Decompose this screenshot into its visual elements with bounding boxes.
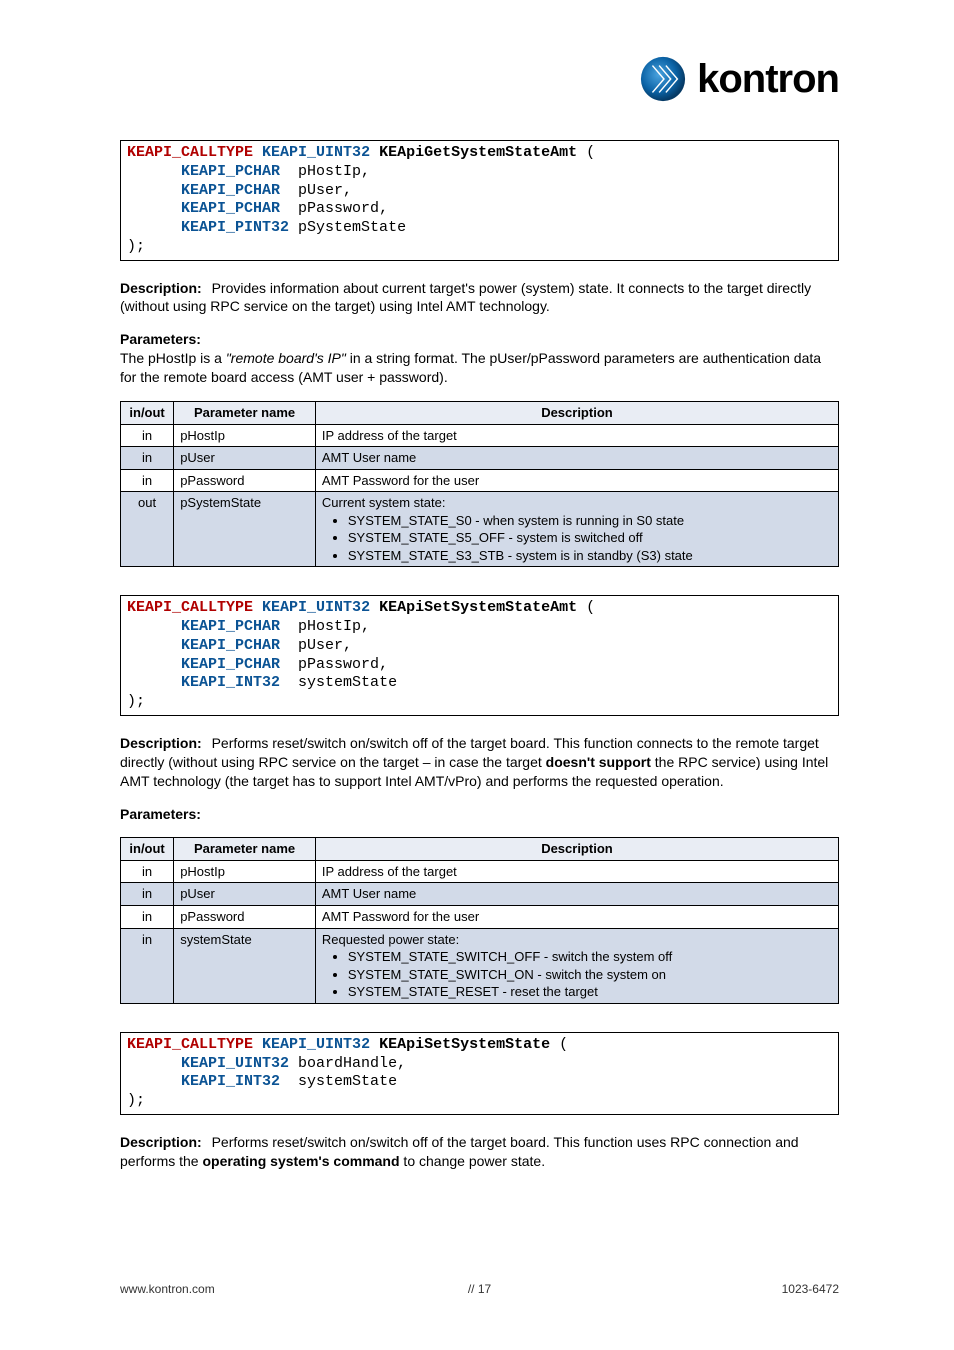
footer-right: 1023-6472 xyxy=(782,1282,839,1296)
cell-param-name: pHostIp xyxy=(174,424,316,447)
cell-param-name: pUser xyxy=(174,883,316,906)
cell-io: in xyxy=(121,424,174,447)
table-row: inpUserAMT User name xyxy=(121,447,839,470)
content: KEAPI_CALLTYPE KEAPI_UINT32 KEApiGetSyst… xyxy=(120,55,839,1171)
code-block-get-system-state-amt: KEAPI_CALLTYPE KEAPI_UINT32 KEApiGetSyst… xyxy=(120,140,839,261)
list-item: SYSTEM_STATE_S0 - when system is running… xyxy=(348,512,832,530)
desc-list: SYSTEM_STATE_S0 - when system is running… xyxy=(322,512,832,565)
table-row: inpHostIpIP address of the target xyxy=(121,860,839,883)
code-block-set-system-state: KEAPI_CALLTYPE KEAPI_UINT32 KEApiSetSyst… xyxy=(120,1032,839,1115)
cell-desc: Requested power state:SYSTEM_STATE_SWITC… xyxy=(315,928,838,1003)
desc-label: Description: xyxy=(120,735,202,751)
desc-text: Provides information about current targe… xyxy=(120,280,811,315)
cell-io: in xyxy=(121,883,174,906)
table-row: inpHostIpIP address of the target xyxy=(121,424,839,447)
cell-io: out xyxy=(121,492,174,567)
desc-bold: doesn't support xyxy=(546,754,651,770)
table-header: Parameter name xyxy=(174,838,316,861)
param-table-2: in/outParameter nameDescriptioninpHostIp… xyxy=(120,837,839,1003)
brand-logo: kontron xyxy=(639,55,839,103)
desc-bold: operating system's command xyxy=(202,1153,399,1169)
page: kontron KEAPI_CALLTYPE KEAPI_UINT32 KEAp… xyxy=(0,0,954,1350)
cell-param-name: systemState xyxy=(174,928,316,1003)
description-block-2: Description: Performs reset/switch on/sw… xyxy=(120,734,839,791)
code-block-set-system-state-amt: KEAPI_CALLTYPE KEAPI_UINT32 KEApiSetSyst… xyxy=(120,595,839,716)
cell-io: in xyxy=(121,928,174,1003)
cell-io: in xyxy=(121,906,174,929)
list-item: SYSTEM_STATE_SWITCH_ON - switch the syst… xyxy=(348,966,832,984)
cell-io: in xyxy=(121,447,174,470)
cell-desc: IP address of the target xyxy=(315,860,838,883)
table-header: in/out xyxy=(121,838,174,861)
list-item: SYSTEM_STATE_S5_OFF - system is switched… xyxy=(348,529,832,547)
table-header: Description xyxy=(315,838,838,861)
cell-param-name: pPassword xyxy=(174,469,316,492)
table-row: outpSystemStateCurrent system state:SYST… xyxy=(121,492,839,567)
desc-label: Description: xyxy=(120,1134,202,1150)
description-block-1: Description: Provides information about … xyxy=(120,279,839,317)
table-row: inpPasswordAMT Password for the user xyxy=(121,906,839,929)
param-label: Parameters: xyxy=(120,331,201,347)
table-row: insystemStateRequested power state:SYSTE… xyxy=(121,928,839,1003)
cell-param-name: pPassword xyxy=(174,906,316,929)
desc-label: Description: xyxy=(120,280,202,296)
description-block-3: Description: Performs reset/switch on/sw… xyxy=(120,1133,839,1171)
cell-desc: AMT User name xyxy=(315,447,838,470)
table-row: inpPasswordAMT Password for the user xyxy=(121,469,839,492)
cell-param-name: pHostIp xyxy=(174,860,316,883)
table-row: inpUserAMT User name xyxy=(121,883,839,906)
param-table-1: in/outParameter nameDescriptioninpHostIp… xyxy=(120,401,839,567)
cell-desc: Current system state:SYSTEM_STATE_S0 - w… xyxy=(315,492,838,567)
cell-param-name: pSystemState xyxy=(174,492,316,567)
list-item: SYSTEM_STATE_S3_STB - system is in stand… xyxy=(348,547,832,565)
desc-text-post: to change power state. xyxy=(400,1153,546,1169)
footer-center: // 17 xyxy=(120,1282,839,1296)
param-sentence-italic: "remote board's IP" xyxy=(226,350,346,366)
param-label: Parameters: xyxy=(120,806,201,822)
cell-io: in xyxy=(121,860,174,883)
parameters-block-1: Parameters: The pHostIp is a "remote boa… xyxy=(120,330,839,387)
cell-desc: AMT User name xyxy=(315,883,838,906)
list-item: SYSTEM_STATE_SWITCH_OFF - switch the sys… xyxy=(348,948,832,966)
parameters-block-2: Parameters: xyxy=(120,805,839,824)
kontron-logo-icon xyxy=(639,55,687,103)
cell-io: in xyxy=(121,469,174,492)
brand-name: kontron xyxy=(697,57,839,102)
param-sentence-pre: The pHostIp is a xyxy=(120,350,226,366)
desc-list: SYSTEM_STATE_SWITCH_OFF - switch the sys… xyxy=(322,948,832,1001)
cell-desc: IP address of the target xyxy=(315,424,838,447)
cell-param-name: pUser xyxy=(174,447,316,470)
table-header: Description xyxy=(315,401,838,424)
footer: www.kontron.com // 17 1023-6472 xyxy=(120,1282,839,1300)
cell-desc: AMT Password for the user xyxy=(315,906,838,929)
cell-desc: AMT Password for the user xyxy=(315,469,838,492)
list-item: SYSTEM_STATE_RESET - reset the target xyxy=(348,983,832,1001)
table-header: in/out xyxy=(121,401,174,424)
table-header: Parameter name xyxy=(174,401,316,424)
